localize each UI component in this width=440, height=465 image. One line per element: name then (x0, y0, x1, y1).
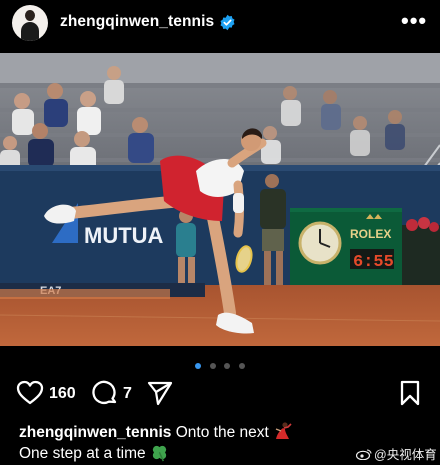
post-header: zhengqinwen_tennis ••• (0, 0, 440, 52)
more-options-button[interactable]: ••• (401, 8, 427, 34)
svg-text:6:55: 6:55 (353, 253, 394, 272)
like-count[interactable]: 160 (49, 385, 76, 403)
watermark-text: @央视体育 (374, 448, 437, 462)
comment-count[interactable]: 7 (123, 385, 132, 403)
carousel-dot-4[interactable] (238, 363, 245, 369)
bookmark-icon[interactable] (399, 380, 421, 406)
rolex-clock-board: ROLEX 6:55 (290, 208, 402, 288)
svg-text:MUTUA: MUTUA (84, 223, 164, 248)
action-bar: 160 7 (0, 376, 440, 412)
carousel-dot-3[interactable] (224, 363, 231, 369)
share-icon[interactable] (146, 380, 174, 406)
caption-line-1: Onto the next (175, 424, 269, 441)
username[interactable]: zhengqinwen_tennis (60, 13, 214, 31)
post-photo[interactable]: MUTUA ROLEX 6:55 (0, 53, 440, 346)
heart-icon[interactable] (16, 380, 44, 406)
carousel-dot-1[interactable] (195, 363, 202, 369)
weibo-watermark: @央视体育 (356, 444, 437, 463)
tennis-serve-image: MUTUA ROLEX 6:55 (0, 53, 440, 346)
comment-icon[interactable] (92, 380, 118, 406)
caption-username[interactable]: zhengqinwen_tennis (19, 424, 171, 441)
dancer-emoji-icon (275, 422, 292, 439)
carousel-dot-2[interactable] (209, 363, 216, 369)
avatar[interactable] (12, 5, 48, 41)
caption-line-2: One step at a time (19, 445, 146, 462)
carousel-indicator (0, 356, 440, 369)
weibo-logo-icon (356, 449, 372, 460)
four-leaf-clover-icon (152, 445, 167, 462)
verified-badge-icon (220, 14, 235, 31)
svg-text:ROLEX: ROLEX (350, 227, 391, 241)
